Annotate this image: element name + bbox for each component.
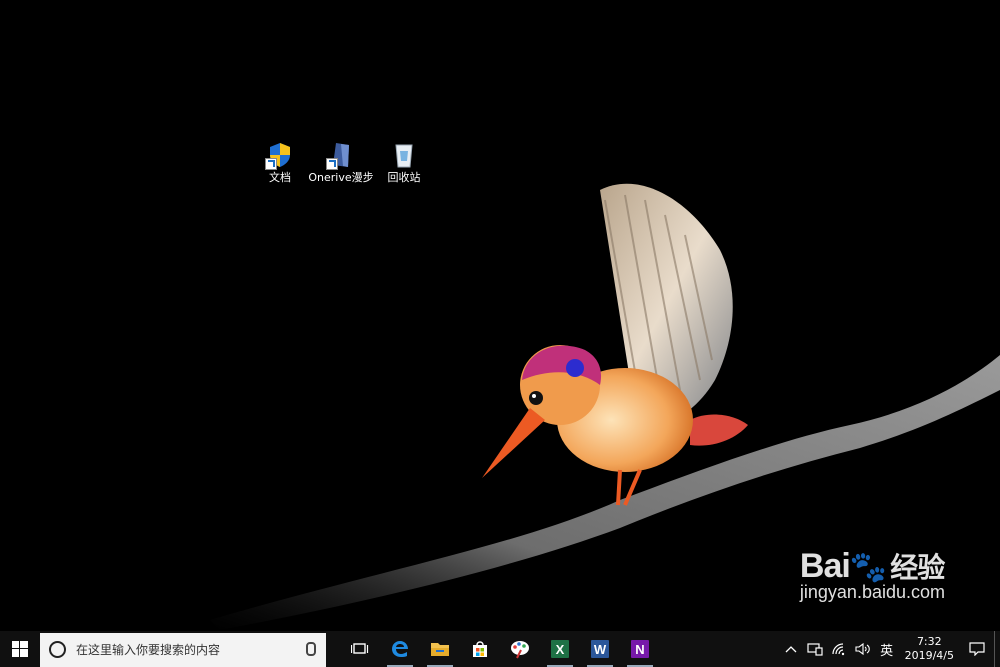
watermark-url: jingyan.baidu.com (799, 582, 945, 602)
word-letter: W (594, 642, 607, 657)
paw-icon: 🐾 (849, 551, 887, 584)
show-hidden-icons-button[interactable] (779, 631, 803, 667)
ime-indicator[interactable]: 英 (875, 631, 899, 667)
taskbar-app-excel[interactable]: X (540, 631, 580, 667)
clock-time: 7:32 (916, 635, 942, 648)
desktop[interactable]: 文档 Onerive漫步 回收站 Bai🐾 经验 jingyan.baidu.c… (0, 0, 1000, 631)
onenote-letter: N (635, 642, 644, 657)
paint-icon (511, 641, 529, 659)
notification-icon (969, 642, 985, 656)
folder-icon (431, 643, 449, 656)
clock[interactable]: 7:32 2019/4/5 (899, 635, 960, 663)
action-center-button[interactable] (960, 631, 994, 667)
watermark-logo: Bai (799, 547, 851, 585)
chevron-up-icon (785, 646, 797, 653)
taskbar: 在这里输入你要搜索的内容 X W N 英 7:32 2019/4/5 (0, 631, 1000, 667)
edge-icon (392, 641, 408, 657)
word-icon: W (591, 640, 609, 658)
taskbar-app-store[interactable] (460, 631, 500, 667)
show-desktop-button[interactable] (994, 631, 1000, 667)
store-icon (473, 641, 487, 657)
wifi-icon (831, 643, 844, 656)
microphone-icon[interactable] (306, 641, 316, 656)
taskbar-app-file-explorer[interactable] (420, 631, 460, 667)
cortana-icon (49, 641, 66, 658)
taskbar-app-paint[interactable] (500, 631, 540, 667)
start-button[interactable] (0, 631, 40, 667)
task-view-button[interactable] (340, 631, 380, 667)
watermark-logo-cn: 经验 (890, 552, 945, 583)
taskbar-app-word[interactable]: W (580, 631, 620, 667)
taskbar-app-edge[interactable] (380, 631, 420, 667)
tray-network[interactable] (827, 631, 851, 667)
search-placeholder: 在这里输入你要搜索的内容 (76, 643, 221, 657)
tablet-icon (806, 643, 823, 656)
tray-tablet-mode[interactable] (803, 631, 827, 667)
tray-volume[interactable] (851, 631, 875, 667)
windows-logo-icon (12, 641, 28, 657)
excel-icon: X (551, 640, 569, 658)
clock-date: 2019/4/5 (904, 649, 954, 662)
wallpaper-kingfisher (210, 183, 1000, 630)
excel-letter: X (556, 642, 565, 657)
taskbar-app-onenote[interactable]: N (620, 631, 660, 667)
search-input[interactable]: 在这里输入你要搜索的内容 (40, 632, 326, 667)
speaker-icon (855, 642, 870, 656)
task-view-icon (351, 643, 369, 654)
baidu-watermark: Bai🐾 经验 jingyan.baidu.com (800, 546, 945, 603)
system-tray: 英 7:32 2019/4/5 (779, 631, 1000, 667)
onenote-icon: N (631, 640, 649, 658)
